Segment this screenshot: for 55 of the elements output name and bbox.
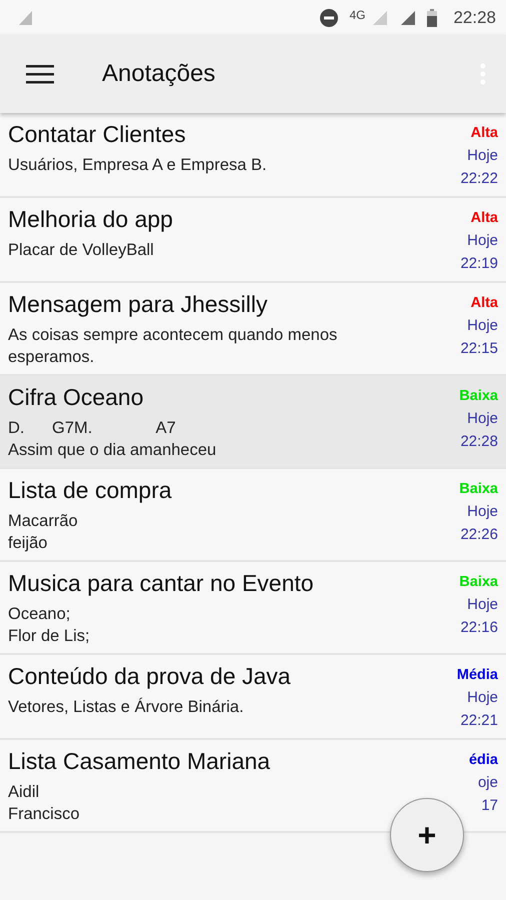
do-not-disturb-icon (319, 8, 340, 28)
network-type: 4G (349, 8, 366, 22)
note-date: Hoje (467, 409, 498, 429)
note-text: Macarrão (8, 511, 79, 532)
note-text: Placar de VolleyBall (8, 240, 155, 261)
note-title: Musica para cantar no Evento (8, 570, 315, 597)
note-text: feijão (8, 533, 48, 554)
signal-icon (371, 8, 390, 26)
note-title: Conteúdo da prova de Java (8, 663, 292, 690)
note-title: Mensagem para Jhessilly (8, 291, 269, 318)
clock: 22:28 (453, 8, 496, 28)
note-item[interactable]: Cifra Oceano D. G7M. A7 Assim que o dia amanheceu Baixa Hoje 22:28 (0, 376, 506, 469)
note-time: 22:26 (460, 525, 498, 545)
note-date: oje (478, 773, 498, 793)
priority-label: Média (456, 666, 498, 685)
priority-label: Baixa (459, 573, 498, 592)
priority-label: Baixa (459, 387, 498, 406)
note-text: Aidil (8, 782, 40, 803)
note-title: Cifra Oceano (8, 384, 145, 411)
note-date: Hoje (467, 146, 498, 166)
note-date: Hoje (467, 595, 498, 615)
priority-label: Baixa (459, 480, 498, 499)
note-time: 17 (481, 796, 498, 816)
priority-label: Alta (470, 124, 498, 143)
note-text: Vetores, Listas e Árvore Binária. (8, 696, 245, 718)
app-title: Anotações (102, 60, 216, 88)
note-time: 22:22 (460, 169, 498, 189)
note-date: Hoje (467, 231, 498, 251)
note-date: Hoje (467, 502, 498, 522)
priority-label: Alta (470, 294, 498, 313)
note-text: D. G7M. A7 (8, 418, 177, 439)
battery-icon (427, 8, 438, 26)
note-date: Hoje (467, 316, 498, 336)
note-time: 22:21 (460, 711, 498, 731)
note-time: 22:28 (460, 432, 498, 452)
add-button[interactable]: + (390, 798, 464, 872)
priority-label: Alta (470, 209, 498, 228)
note-text: As coisas sempre acontecem quando menos esperamos. (8, 325, 338, 368)
note-title: Melhoria do app (8, 206, 174, 233)
note-title: Lista de compra (8, 477, 173, 504)
note-time: 22:15 (460, 339, 498, 359)
note-text: Usuários, Empresa A e Empresa B. (8, 155, 268, 176)
signal-icon (18, 10, 34, 26)
note-time: 22:16 (460, 618, 498, 638)
note-title: Lista Casamento Mariana (8, 748, 272, 775)
note-text: Oceano; (8, 604, 72, 625)
note-text: Francisco (8, 804, 81, 825)
note-text: Flor de Lis; (8, 626, 91, 647)
note-title: Contatar Clientes (8, 121, 187, 148)
signal-icon (399, 8, 418, 26)
note-time: 22:19 (460, 254, 498, 274)
menu-icon[interactable] (26, 64, 54, 84)
note-text: Assim que o dia amanheceu (8, 440, 218, 461)
priority-label: édia (468, 751, 498, 770)
note-date: Hoje (467, 688, 498, 708)
